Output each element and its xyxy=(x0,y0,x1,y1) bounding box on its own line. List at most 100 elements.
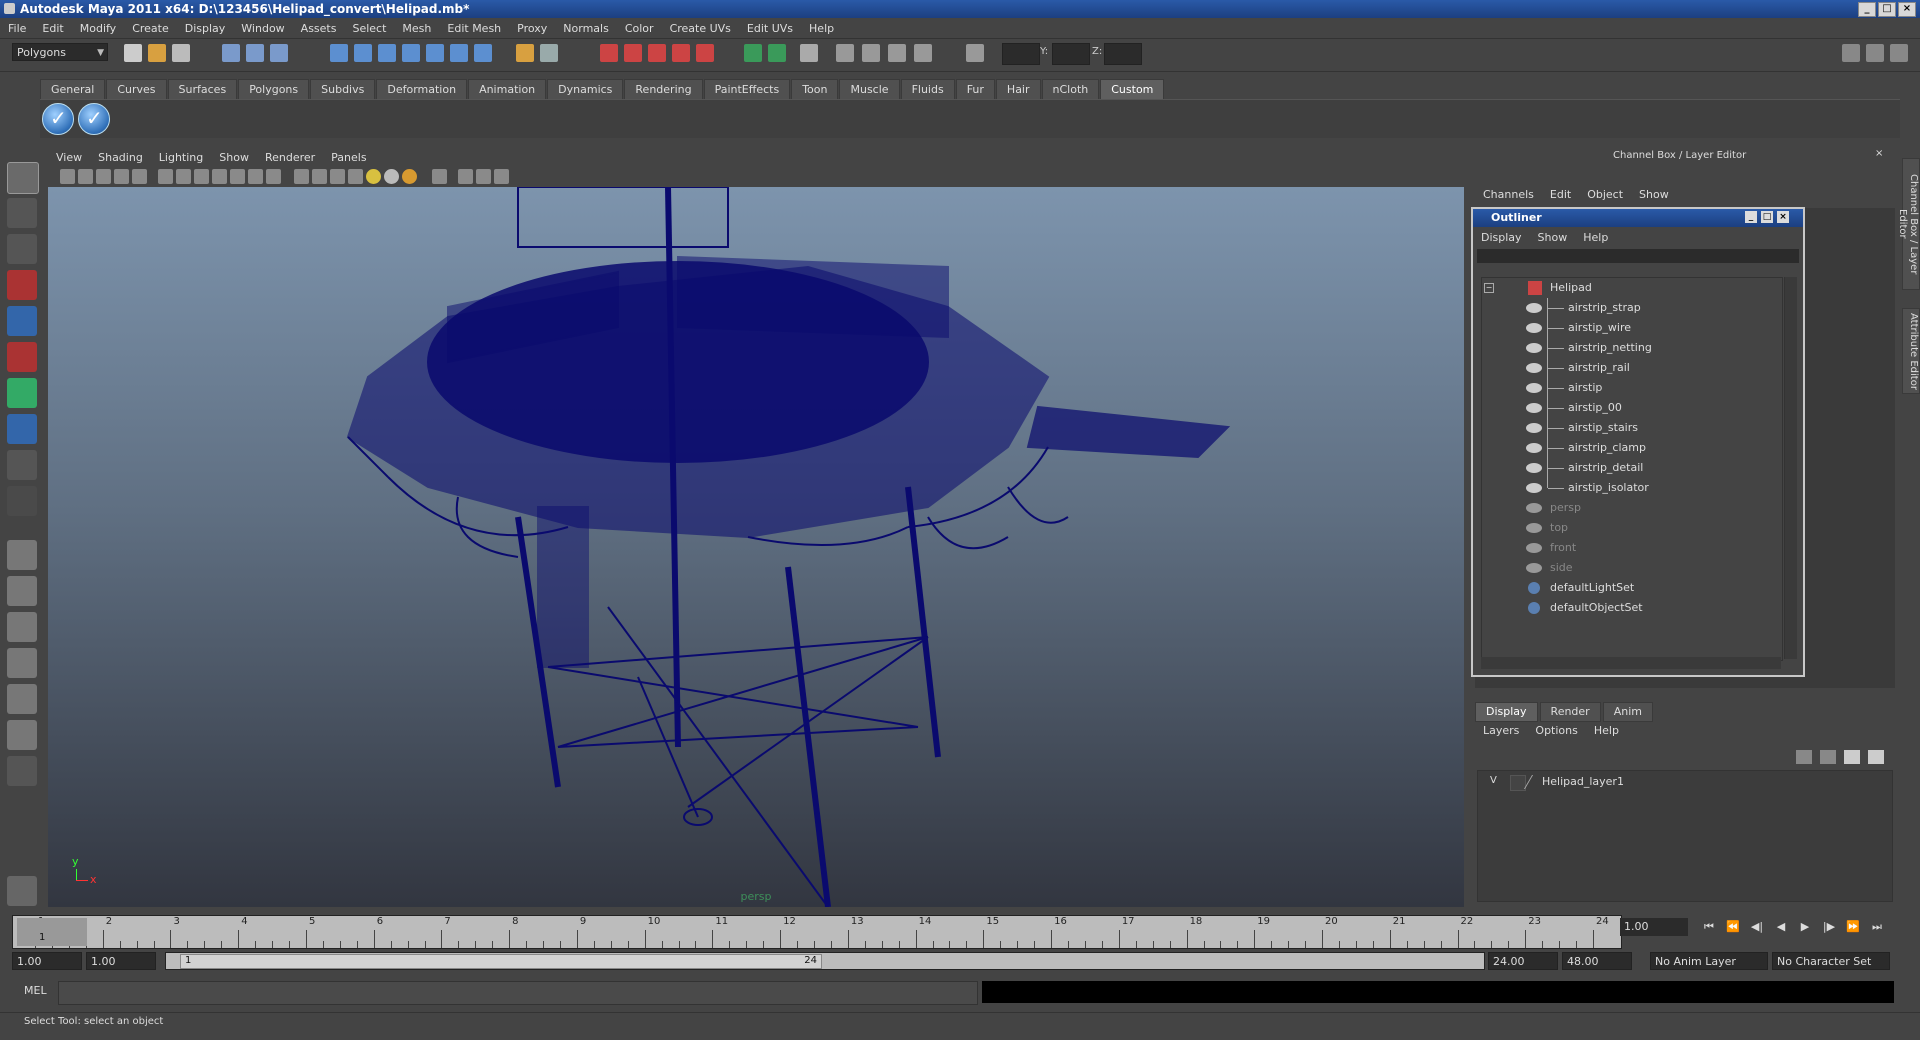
toggle-panel-icon[interactable] xyxy=(1842,44,1860,62)
menu-help[interactable]: Help xyxy=(801,22,842,35)
new-layer-selected-icon[interactable] xyxy=(1820,750,1836,764)
outliner-item[interactable]: airstip xyxy=(1482,378,1782,398)
outliner-menu-display[interactable]: Display xyxy=(1473,231,1530,244)
outliner-item[interactable]: airstrip_detail xyxy=(1482,458,1782,478)
textured-icon[interactable] xyxy=(348,169,363,184)
y-field[interactable] xyxy=(1052,43,1090,65)
outliner-horizontal-scrollbar[interactable] xyxy=(1481,657,1781,669)
range-slider-handle[interactable]: 1 24 xyxy=(180,954,822,969)
minimize-icon[interactable]: _ xyxy=(1745,211,1757,223)
outliner-vertical-scrollbar[interactable] xyxy=(1784,277,1797,659)
menu-display[interactable]: Display xyxy=(177,22,234,35)
xray-components-icon[interactable] xyxy=(494,169,509,184)
menu-create-uvs[interactable]: Create UVs xyxy=(662,22,739,35)
four-pane-layout-icon[interactable] xyxy=(7,576,37,606)
outliner-item[interactable]: airstip_00 xyxy=(1482,398,1782,418)
open-scene-icon[interactable] xyxy=(148,44,166,62)
safe-title-icon[interactable] xyxy=(266,169,281,184)
outliner-filter-field[interactable] xyxy=(1477,249,1799,263)
scale-tool-icon[interactable] xyxy=(7,342,37,372)
menu-file[interactable]: File xyxy=(0,22,34,35)
vp-menu-renderer[interactable]: Renderer xyxy=(257,151,323,164)
shadows-icon[interactable] xyxy=(402,169,417,184)
resolution-gate-icon[interactable] xyxy=(194,169,209,184)
menu-edit-mesh[interactable]: Edit Mesh xyxy=(439,22,509,35)
select-object-icon[interactable] xyxy=(246,44,264,62)
layout-options-icon[interactable] xyxy=(7,756,37,786)
hypershade-icon[interactable] xyxy=(672,44,690,62)
outliner-menu-help[interactable]: Help xyxy=(1575,231,1616,244)
outliner-item-camera[interactable]: persp xyxy=(1482,498,1782,518)
select-camera-icon[interactable] xyxy=(60,169,75,184)
play-forwards-icon[interactable]: ▶ xyxy=(1796,920,1814,936)
last-tool-icon[interactable] xyxy=(7,486,37,516)
menu-normals[interactable]: Normals xyxy=(555,22,617,35)
layer-color-icon[interactable] xyxy=(1523,775,1544,789)
current-frame-marker[interactable]: 1 xyxy=(17,918,87,946)
show-manipulator-icon[interactable] xyxy=(7,450,37,480)
soft-mod-tool-icon[interactable] xyxy=(7,414,37,444)
outliner-item-camera[interactable]: top xyxy=(1482,518,1782,538)
grid-toggle-icon[interactable] xyxy=(158,169,173,184)
check-shelf-icon[interactable] xyxy=(42,103,74,135)
shelf-tab-fur[interactable]: Fur xyxy=(955,79,995,99)
bookmarks-icon[interactable] xyxy=(96,169,111,184)
outliner-menu-show[interactable]: Show xyxy=(1530,231,1576,244)
cb-menu-edit[interactable]: Edit xyxy=(1542,188,1579,204)
minimize-button[interactable]: _ xyxy=(1858,2,1876,17)
layer-menu-options[interactable]: Options xyxy=(1527,724,1585,742)
step-forward-frame-icon[interactable]: |▶ xyxy=(1820,920,1838,936)
menu-color[interactable]: Color xyxy=(617,22,662,35)
shelf-tab-custom[interactable]: Custom xyxy=(1100,79,1165,99)
lasso-tool-icon[interactable] xyxy=(7,198,37,228)
wireframe-on-shaded-icon[interactable] xyxy=(330,169,345,184)
lock-icon[interactable] xyxy=(516,44,534,62)
shelf-tab-rendering[interactable]: Rendering xyxy=(624,79,703,99)
menu-mesh[interactable]: Mesh xyxy=(394,22,439,35)
cb-menu-channels[interactable]: Channels xyxy=(1475,188,1542,204)
input-line-icon[interactable] xyxy=(744,44,762,62)
vp-menu-lighting[interactable]: Lighting xyxy=(151,151,211,164)
move-tool-icon[interactable] xyxy=(7,270,37,300)
select-highlight-icon[interactable] xyxy=(540,44,558,62)
close-icon[interactable]: × xyxy=(1875,148,1883,159)
snap-grid-icon[interactable] xyxy=(330,44,348,62)
vp-menu-view[interactable]: View xyxy=(48,151,90,164)
field-chart-icon[interactable] xyxy=(230,169,245,184)
hypershade-persp-layout-icon[interactable] xyxy=(7,684,37,714)
z-field[interactable] xyxy=(1104,43,1142,65)
menu-edit-uvs[interactable]: Edit UVs xyxy=(739,22,801,35)
menu-edit[interactable]: Edit xyxy=(34,22,71,35)
shelf-tab-hair[interactable]: Hair xyxy=(995,79,1041,99)
character-set-select[interactable]: No Character Set xyxy=(1772,952,1890,970)
single-pane-layout-icon[interactable] xyxy=(7,540,37,570)
menu-create[interactable]: Create xyxy=(124,22,177,35)
outliner-item[interactable]: airstrip_rail xyxy=(1482,358,1782,378)
layer-tab-display[interactable]: Display xyxy=(1475,702,1538,722)
shelf-tab-ncloth[interactable]: nCloth xyxy=(1041,79,1100,99)
history-icon[interactable] xyxy=(450,44,468,62)
outliner-item[interactable]: airstrip_clamp xyxy=(1482,438,1782,458)
shelf-tab-surfaces[interactable]: Surfaces xyxy=(167,79,238,99)
layer-tab-anim[interactable]: Anim xyxy=(1602,702,1653,722)
side-tab-channel-box[interactable]: Channel Box / Layer Editor xyxy=(1897,158,1920,290)
two-d-pan-icon[interactable] xyxy=(132,169,147,184)
go-to-start-icon[interactable]: ⏮ xyxy=(1700,920,1718,936)
toggle-panel-icon[interactable] xyxy=(1866,44,1884,62)
outliner-item-root[interactable]: − Helipad xyxy=(1482,278,1782,298)
command-language-label[interactable]: MEL xyxy=(24,984,47,997)
menu-set-select[interactable]: Polygons ▼ xyxy=(12,43,108,61)
outliner-item-camera[interactable]: side xyxy=(1482,558,1782,578)
make-live-icon[interactable] xyxy=(426,44,444,62)
play-backwards-icon[interactable]: ◀ xyxy=(1772,920,1790,936)
manipulator-tool-icon[interactable] xyxy=(7,378,37,408)
step-back-frame-icon[interactable]: ◀| xyxy=(1748,920,1766,936)
rotate-tool-icon[interactable] xyxy=(7,306,37,336)
go-to-end-icon[interactable]: ⏭ xyxy=(1868,920,1886,936)
collapse-icon[interactable]: − xyxy=(1484,283,1494,293)
shelf-tab-polygons[interactable]: Polygons xyxy=(238,79,310,99)
maximize-button[interactable]: □ xyxy=(1878,2,1896,17)
playback-end-field[interactable]: 24.00 xyxy=(1488,952,1558,970)
current-frame-field[interactable]: 1.00 xyxy=(1620,918,1688,936)
outliner-item[interactable]: airstrip_netting xyxy=(1482,338,1782,358)
